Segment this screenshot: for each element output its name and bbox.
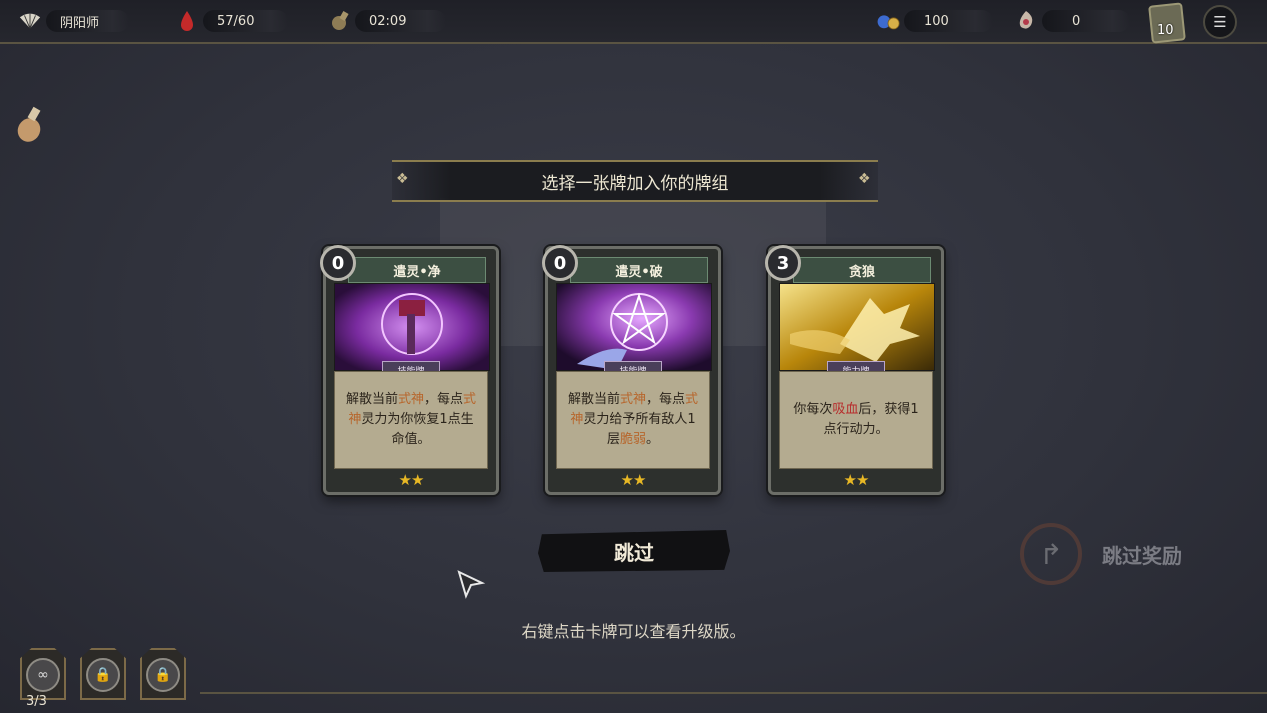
top-bar: 阴阳师 57/60 02:09 100 0 10 ☰ — [0, 0, 1267, 44]
ornament-icon: ❖ — [858, 171, 871, 187]
card-description: 你每次吸血后，获得1点行动力。 — [779, 371, 933, 469]
card-text: ，每点 — [646, 392, 686, 407]
card-art — [334, 283, 490, 371]
skip-reward-button[interactable]: ↱ 跳过奖励 — [1020, 523, 1230, 585]
reward-banner: ❖ 选择一张牌加入你的牌组 ❖ — [392, 160, 878, 202]
player-info: 阴阳师 — [18, 9, 130, 33]
keyword-shikigami: 式神 — [397, 392, 424, 407]
skip-reward-label: 跳过奖励 — [1102, 543, 1182, 568]
ornament-icon: ❖ — [396, 171, 409, 187]
hp-value: 57/60 — [203, 10, 289, 32]
card-cost: 0 — [542, 245, 578, 281]
player-name: 阴阳师 — [46, 10, 130, 32]
timer-display: 02:09 — [327, 9, 447, 33]
keyword-shikigami: 式神 — [619, 392, 646, 407]
card-cost: 3 — [765, 245, 801, 281]
card-qianling-jing[interactable]: 遣灵•净 0 技能牌 解散当前式神，每点式神灵力为你恢复1点生命值。 ★★ — [320, 245, 499, 495]
card-name: 遣灵•净 — [348, 257, 486, 283]
keyword-fragile: 脆弱 — [619, 432, 646, 447]
card-cost: 0 — [320, 245, 356, 281]
fan-icon — [18, 9, 42, 33]
timer-value: 02:09 — [355, 10, 447, 32]
blood-drop-icon — [175, 9, 199, 33]
soul-display: 0 — [1014, 9, 1131, 33]
lock-icon: 🔒 — [86, 658, 120, 692]
card-stars: ★★ — [620, 471, 647, 489]
coin-pouch-icon — [876, 9, 900, 33]
cursor-icon — [456, 569, 486, 603]
lock-icon: 🔒 — [146, 658, 180, 692]
infinity-icon: ∞ — [26, 658, 60, 692]
hourglass-icon — [327, 9, 351, 33]
bottom-divider — [200, 692, 1267, 694]
shikigami-slot-locked: 🔒 — [140, 648, 186, 700]
hp-display: 57/60 — [175, 9, 289, 33]
slot-count: 3/3 — [26, 694, 47, 709]
skip-button[interactable]: 跳过 — [538, 530, 730, 572]
card-name: 贪狼 — [793, 257, 931, 283]
card-text: ，每点 — [424, 392, 464, 407]
card-text: 。 — [646, 432, 660, 447]
card-text: 你每次 — [793, 402, 833, 417]
card-description: 解散当前式神，每点式神灵力给予所有敌人1层脆弱。 — [556, 371, 710, 469]
deck-count: 10 — [1157, 23, 1174, 38]
card-art — [779, 283, 935, 371]
banner-title: 选择一张牌加入你的牌组 — [541, 173, 729, 194]
soul-value: 0 — [1042, 10, 1131, 32]
soul-icon — [1014, 9, 1038, 33]
card-description: 解散当前式神，每点式神灵力为你恢复1点生命值。 — [334, 371, 488, 469]
return-arrow-icon: ↱ — [1020, 523, 1082, 585]
hint-text: 右键点击卡牌可以查看升级版。 — [521, 622, 746, 641]
card-text: 灵力为你恢复1点生命值。 — [361, 412, 474, 447]
card-art — [556, 283, 712, 371]
shikigami-slot[interactable]: ∞ — [20, 648, 66, 700]
gold-display: 100 — [876, 9, 993, 33]
potion-icon[interactable] — [14, 104, 44, 144]
gold-value: 100 — [904, 10, 993, 32]
card-text: 解散当前 — [345, 392, 398, 407]
card-text: 解散当前 — [567, 392, 620, 407]
shikigami-slot-locked: 🔒 — [80, 648, 126, 700]
card-stars: ★★ — [398, 471, 425, 489]
card-stars: ★★ — [843, 471, 870, 489]
keyword-lifesteal: 吸血 — [832, 402, 859, 417]
card-tanlang[interactable]: 贪狼 3 能力牌 你每次吸血后，获得1点行动力。 ★★ — [765, 245, 944, 495]
menu-icon[interactable]: ☰ — [1203, 5, 1237, 39]
card-name: 遣灵•破 — [570, 257, 708, 283]
card-qianling-po[interactable]: 遣灵•破 0 技能牌 解散当前式神，每点式神灵力给予所有敌人1层脆弱。 ★★ — [542, 245, 721, 495]
